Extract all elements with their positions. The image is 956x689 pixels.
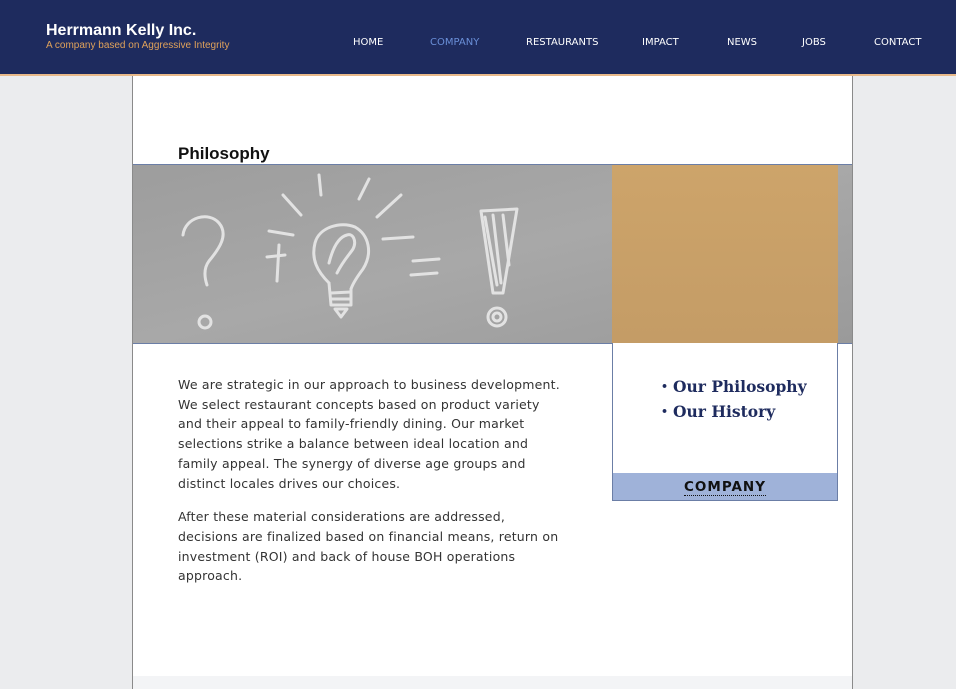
banner-gold-block — [612, 165, 838, 343]
nav-contact[interactable]: CONTACT — [874, 37, 921, 49]
company-sidebar: • Our Philosophy • Our History COMPANY — [612, 343, 838, 501]
philosophy-body: We are strategic in our approach to busi… — [178, 375, 563, 600]
main-nav: HOME COMPANY RESTAURANTS IMPACT NEWS JOB… — [0, 37, 956, 51]
content-panel: Philosophy We are strategic in our appro… — [132, 76, 853, 689]
sidebar-link-label: Our History — [673, 402, 776, 421]
nav-company[interactable]: COMPANY — [430, 37, 479, 49]
sidebar-footer-label[interactable]: COMPANY — [684, 479, 766, 496]
page-title: Philosophy — [178, 144, 270, 163]
paragraph-2: After these material considerations are … — [178, 509, 559, 584]
banner-image — [133, 164, 852, 344]
nav-impact[interactable]: IMPACT — [642, 37, 679, 49]
sidebar-links: • Our Philosophy • Our History — [661, 374, 807, 424]
nav-restaurants[interactable]: RESTAURANTS — [526, 37, 598, 49]
sidebar-link-philosophy[interactable]: • Our Philosophy — [661, 374, 807, 399]
bullet-icon: • — [661, 380, 669, 393]
nav-jobs[interactable]: JOBS — [802, 37, 826, 49]
panel-bottom-strip — [133, 676, 852, 689]
sidebar-footer: COMPANY — [613, 473, 837, 500]
paragraph-1: We are strategic in our approach to busi… — [178, 377, 560, 491]
site-header: Herrmann Kelly Inc. A company based on A… — [0, 0, 956, 76]
chalkboard-illustration — [133, 165, 852, 343]
nav-home[interactable]: HOME — [353, 37, 383, 49]
sidebar-link-history[interactable]: • Our History — [661, 399, 807, 424]
sidebar-link-label: Our Philosophy — [673, 377, 807, 396]
bullet-icon: • — [661, 405, 669, 418]
nav-news[interactable]: NEWS — [727, 37, 757, 49]
